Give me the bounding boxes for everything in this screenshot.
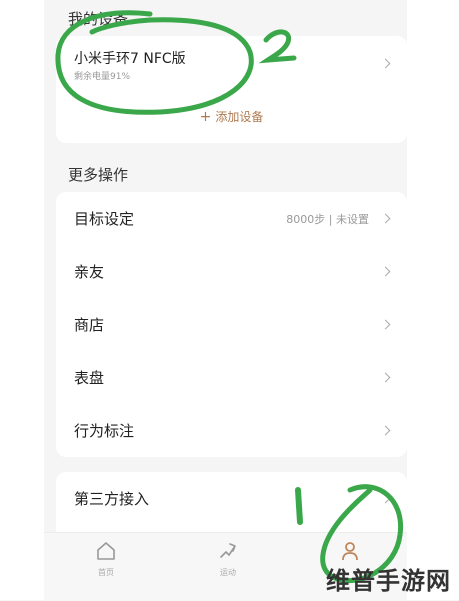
my-devices-heading: 我的设备: [68, 10, 129, 28]
sport-icon: [220, 543, 236, 558]
friends-row[interactable]: 亲友: [56, 245, 407, 298]
tab-home-label: 首页: [98, 568, 114, 577]
behavior-tag-label: 行为标注: [74, 422, 135, 440]
tab-home[interactable]: 首页: [76, 541, 136, 578]
more-actions-heading: 更多操作: [68, 166, 129, 184]
left-margin: [0, 0, 44, 600]
behavior-tag-row[interactable]: 行为标注: [56, 404, 407, 457]
profile-icon: [342, 542, 358, 561]
device-name: 小米手环7 NFC版: [74, 51, 186, 67]
chevron-right-icon: [380, 425, 391, 436]
profile-screen: 我的设备 小米手环7 NFC版 剩余电量91% + 添加设备 更多操作 目标设定 …: [44, 0, 407, 601]
device-battery: 剩余电量91%: [74, 72, 131, 82]
store-row[interactable]: 商店: [56, 298, 407, 351]
add-device-label: 添加设备: [215, 110, 264, 124]
friends-label: 亲友: [74, 263, 105, 281]
watermark-text: 维普手游网: [326, 567, 451, 595]
third-party-label: 第三方接入: [74, 490, 150, 508]
chevron-right-icon: [380, 266, 391, 277]
add-device-button[interactable]: + 添加设备: [56, 108, 407, 125]
device-card: 小米手环7 NFC版 剩余电量91% + 添加设备: [56, 36, 407, 143]
goal-setting-row[interactable]: 目标设定 8000步 | 未设置: [56, 192, 407, 245]
more-actions-card: 目标设定 8000步 | 未设置 亲友 商店 表盘 行为标注: [56, 192, 407, 457]
chevron-right-icon: [380, 213, 391, 224]
right-margin: [407, 0, 459, 600]
chevron-right-icon: [380, 493, 391, 504]
home-icon: [97, 542, 115, 560]
device-row[interactable]: 小米手环7 NFC版 剩余电量91%: [56, 36, 407, 94]
chevron-right-icon: [380, 58, 391, 69]
chevron-right-icon: [380, 319, 391, 330]
chevron-right-icon: [380, 372, 391, 383]
store-label: 商店: [74, 316, 105, 334]
third-party-row[interactable]: 第三方接入: [56, 472, 407, 525]
goal-setting-label: 目标设定: [74, 210, 135, 228]
watch-face-label: 表盘: [74, 369, 105, 387]
watch-face-row[interactable]: 表盘: [56, 351, 407, 404]
plus-icon: +: [199, 109, 212, 125]
goal-setting-value: 8000步 | 未设置: [286, 212, 369, 226]
tab-sport-label: 运动: [220, 568, 236, 577]
tab-sport[interactable]: 运动: [198, 541, 258, 578]
